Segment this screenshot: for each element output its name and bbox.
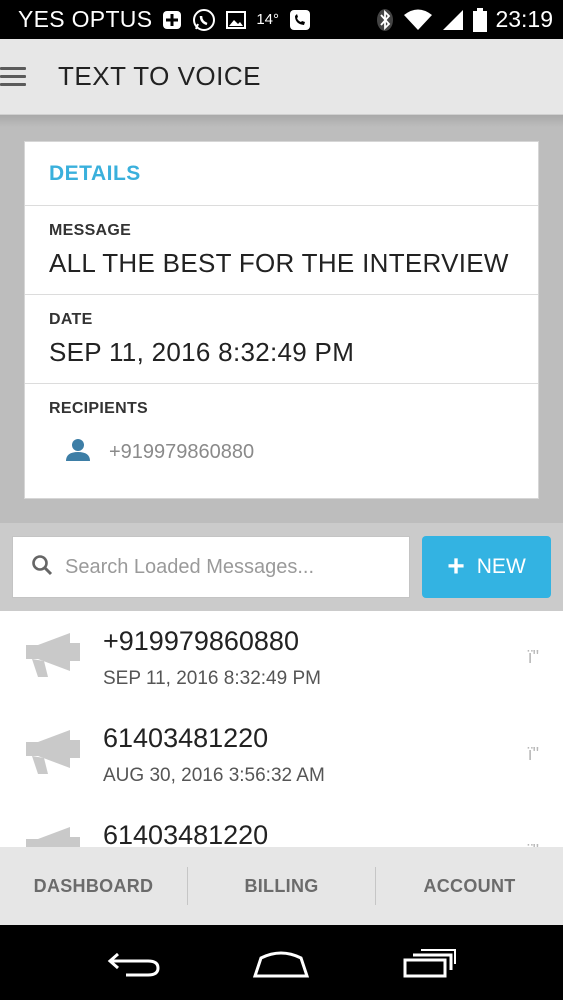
message-field: MESSAGE ALL THE BEST FOR THE INTERVIEW	[25, 206, 538, 295]
person-icon	[65, 438, 91, 467]
search-toolbar: + NEW	[0, 523, 563, 611]
details-heading: DETAILS	[49, 162, 141, 185]
message-date: AUG 30, 2016 3:56:32 AM	[103, 765, 325, 786]
new-button-label: NEW	[476, 555, 526, 578]
system-nav-bar	[0, 925, 563, 1000]
date-value: SEP 11, 2016 8:32:49 PM	[49, 337, 355, 367]
new-message-button[interactable]: + NEW	[422, 536, 551, 598]
tab-dashboard[interactable]: DASHBOARD	[0, 867, 187, 905]
plus-icon: +	[447, 550, 465, 583]
message-label: MESSAGE	[49, 222, 132, 239]
list-item[interactable]: +919979860880 SEP 11, 2016 8:32:49 PM ï"	[0, 611, 563, 708]
temperature-readout: 14°	[256, 11, 280, 28]
message-number: 61403481220	[103, 820, 269, 847]
tab-account[interactable]: ACCOUNT	[375, 867, 563, 905]
details-panel: DETAILS MESSAGE ALL THE BEST FOR THE INT…	[0, 115, 563, 523]
list-item[interactable]: 61403481220 AUG 30, 2016 3:56:32 AM ï"	[0, 708, 563, 805]
search-icon	[31, 554, 53, 581]
carrier-name: YES OPTUS	[18, 6, 153, 32]
message-number: +919979860880	[103, 626, 299, 656]
megaphone-icon	[26, 728, 82, 781]
page-title: TEXT TO VOICE	[58, 61, 261, 91]
details-card: DETAILS MESSAGE ALL THE BEST FOR THE INT…	[24, 141, 539, 499]
tab-billing[interactable]: BILLING	[187, 867, 375, 905]
list-item[interactable]: 61403481220 ï"	[0, 805, 563, 847]
recipient-item[interactable]: +919979860880	[49, 438, 514, 467]
home-icon[interactable]	[241, 938, 321, 988]
message-value: ALL THE BEST FOR THE INTERVIEW	[49, 248, 509, 278]
megaphone-icon	[26, 825, 82, 847]
search-input[interactable]	[65, 555, 385, 579]
hamburger-menu-icon[interactable]	[0, 65, 28, 89]
whatsapp-icon	[192, 8, 216, 32]
image-icon	[226, 8, 247, 32]
megaphone-icon	[26, 631, 82, 684]
search-box[interactable]	[12, 536, 410, 598]
app-bar: TEXT TO VOICE	[0, 39, 563, 115]
recent-apps-icon[interactable]	[389, 938, 469, 988]
details-card-header: DETAILS	[25, 142, 538, 206]
message-number: 61403481220	[103, 723, 269, 753]
date-field: DATE SEP 11, 2016 8:32:49 PM	[25, 295, 538, 384]
wifi-icon	[403, 8, 433, 32]
message-status: ï"	[527, 647, 539, 667]
status-bar: YES OPTUS 14° 23:19	[0, 0, 563, 39]
recipient-phone: +919979860880	[109, 441, 255, 463]
message-status: ï"	[527, 744, 539, 764]
message-list: +919979860880 SEP 11, 2016 8:32:49 PM ï"…	[0, 611, 563, 847]
plus-notification-icon	[162, 8, 182, 32]
message-date: SEP 11, 2016 8:32:49 PM	[103, 668, 321, 689]
recipients-label: RECIPIENTS	[49, 400, 149, 417]
bluetooth-icon	[375, 8, 395, 32]
bottom-tab-bar: DASHBOARD BILLING ACCOUNT	[0, 847, 563, 925]
battery-icon	[473, 7, 488, 32]
back-icon[interactable]	[94, 938, 174, 988]
clock: 23:19	[495, 6, 553, 32]
voicemail-app-icon	[289, 8, 311, 32]
date-label: DATE	[49, 311, 93, 328]
signal-icon	[441, 8, 465, 32]
recipients-field: RECIPIENTS +919979860880	[25, 384, 538, 473]
